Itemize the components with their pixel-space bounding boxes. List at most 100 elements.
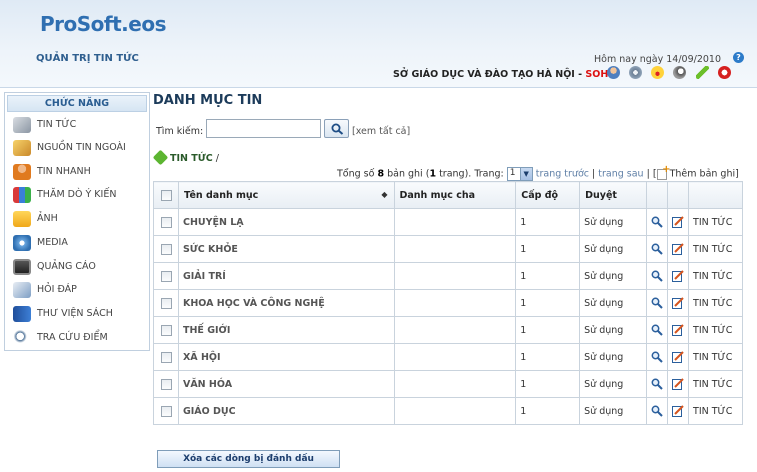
- view-icon[interactable]: [651, 351, 663, 363]
- page-select[interactable]: 1 ▼: [506, 167, 533, 181]
- add-record-link[interactable]: Thêm bản ghi: [670, 169, 736, 180]
- section-title: QUẢN TRỊ TIN TỨC: [36, 53, 139, 64]
- delete-selected-button[interactable]: Xóa các dòng bị đánh dấu: [157, 450, 340, 468]
- gear-icon[interactable]: [629, 66, 642, 79]
- row-checkbox[interactable]: [161, 216, 172, 228]
- sort-icon[interactable]: ◆: [381, 190, 387, 199]
- row-checkbox[interactable]: [161, 297, 172, 309]
- view-cell: [646, 343, 669, 371]
- sidebar-item-hoi-dap[interactable]: HỎI ĐÁP: [9, 280, 149, 300]
- sidebar-item-label: HỎI ĐÁP: [37, 284, 77, 295]
- sidebar-item-media[interactable]: MEDIA: [9, 233, 149, 253]
- category-level: 1: [515, 235, 581, 263]
- category-group-link[interactable]: TIN TỨC: [688, 397, 743, 425]
- row-checkbox[interactable]: [161, 270, 172, 282]
- sidebar-item-label: THĂM DÒ Ý KIẾN: [37, 189, 117, 200]
- edit-cell: [667, 208, 690, 236]
- app-logo[interactable]: ProSoft.eos: [40, 12, 166, 36]
- person-icon: [13, 164, 31, 180]
- sidebar-item-tin-nhanh[interactable]: TIN NHANH: [9, 162, 149, 182]
- chevron-down-icon[interactable]: ▼: [519, 168, 532, 180]
- pencil-icon[interactable]: [696, 66, 709, 79]
- category-group-link[interactable]: TIN TỨC: [688, 235, 743, 263]
- view-icon[interactable]: [651, 243, 663, 255]
- sidebar-item-tham-do-y-kien[interactable]: THĂM DÒ Ý KIẾN: [9, 185, 149, 205]
- category-status: Sử dụng: [579, 343, 648, 371]
- view-icon[interactable]: [651, 378, 663, 390]
- sidebar-item-quang-cao[interactable]: QUẢNG CÁO: [9, 257, 149, 277]
- sidebar-item-anh[interactable]: ẢNH: [9, 209, 149, 229]
- category-level: 1: [515, 316, 581, 344]
- edit-icon[interactable]: [672, 351, 684, 363]
- info-icon[interactable]: [673, 66, 686, 79]
- category-group-link[interactable]: TIN TỨC: [688, 289, 743, 317]
- category-group-link[interactable]: TIN TỨC: [688, 262, 743, 290]
- view-icon[interactable]: [651, 216, 663, 228]
- edit-cell: [667, 397, 690, 425]
- sidebar-item-nguon-tin-ngoai[interactable]: NGUỒN TIN NGOÀI: [9, 138, 149, 158]
- media-icon: [13, 235, 31, 251]
- row-checkbox[interactable]: [161, 405, 172, 417]
- category-status: Sử dụng: [579, 397, 648, 425]
- user-icon[interactable]: [607, 66, 620, 79]
- table-header-row: Tên danh mục ◆ Danh mục cha Cấp độ Duyệt: [153, 181, 743, 209]
- category-level: 1: [515, 370, 581, 398]
- view-cell: [646, 208, 669, 236]
- logout-icon[interactable]: [718, 66, 731, 79]
- sidebar-item-label: TIN NHANH: [37, 166, 91, 177]
- smiley-icon[interactable]: [651, 66, 664, 79]
- edit-icon[interactable]: [672, 324, 684, 336]
- edit-cell: [667, 235, 690, 263]
- help-icon[interactable]: ?: [733, 52, 744, 63]
- row-checkbox[interactable]: [161, 378, 172, 390]
- see-all-link[interactable]: [xem tất cả]: [352, 126, 410, 137]
- view-icon[interactable]: [651, 270, 663, 282]
- sidebar-item-thu-vien-sach[interactable]: THƯ VIỆN SÁCH: [9, 304, 149, 324]
- category-status: Sử dụng: [579, 208, 648, 236]
- view-icon[interactable]: [651, 297, 663, 309]
- edit-icon[interactable]: [672, 297, 684, 309]
- category-group-link[interactable]: TIN TỨC: [688, 343, 743, 371]
- view-icon[interactable]: [651, 405, 663, 417]
- next-page-link[interactable]: trang sau: [598, 169, 643, 180]
- row-checkbox[interactable]: [161, 243, 172, 255]
- sidebar-title: CHỨC NĂNG: [7, 95, 147, 112]
- category-level: 1: [515, 208, 581, 236]
- edit-icon[interactable]: [672, 216, 684, 228]
- edit-cell: [667, 370, 690, 398]
- row-select-cell: [153, 262, 179, 290]
- edit-icon[interactable]: [672, 243, 684, 255]
- category-name: VĂN HÓA: [177, 370, 395, 398]
- date-display: Hôm nay ngày 14/09/2010: [594, 54, 721, 65]
- category-status: Sử dụng: [579, 262, 648, 290]
- row-select-cell: [153, 289, 179, 317]
- search-button[interactable]: [324, 119, 349, 138]
- edit-icon[interactable]: [672, 378, 684, 390]
- edit-icon[interactable]: [672, 405, 684, 417]
- category-group-link[interactable]: TIN TỨC: [688, 370, 743, 398]
- select-all-checkbox[interactable]: [161, 189, 172, 201]
- view-cell: [646, 316, 669, 344]
- table-row: XÃ HỘI 1 Sử dụng TIN TỨC: [153, 343, 743, 371]
- view-cell: [646, 289, 669, 317]
- row-checkbox[interactable]: [161, 324, 172, 336]
- row-select-cell: [153, 235, 179, 263]
- row-checkbox[interactable]: [161, 351, 172, 363]
- add-record-icon[interactable]: [656, 164, 671, 180]
- sidebar-item-tin-tuc[interactable]: TIN TỨC: [9, 115, 149, 135]
- category-parent: [393, 343, 517, 371]
- category-name: CHUYỆN LẠ: [177, 208, 395, 236]
- column-header-name[interactable]: Tên danh mục ◆: [177, 181, 395, 209]
- search-input[interactable]: [206, 119, 321, 138]
- category-status: Sử dụng: [579, 316, 648, 344]
- total-suffix: trang). Trang:: [436, 168, 504, 180]
- category-group-link[interactable]: TIN TỨC: [688, 208, 743, 236]
- magnifier-icon: [13, 330, 31, 346]
- view-icon[interactable]: [651, 324, 663, 336]
- edit-icon[interactable]: [672, 270, 684, 282]
- category-group-link[interactable]: TIN TỨC: [688, 316, 743, 344]
- sidebar-item-tra-cuu-diem[interactable]: TRA CỨU ĐIỂM: [9, 328, 149, 348]
- breadcrumb-item[interactable]: TIN TỨC: [170, 153, 213, 164]
- column-header-view: [646, 181, 669, 209]
- prev-page-link[interactable]: trang trước: [536, 169, 589, 180]
